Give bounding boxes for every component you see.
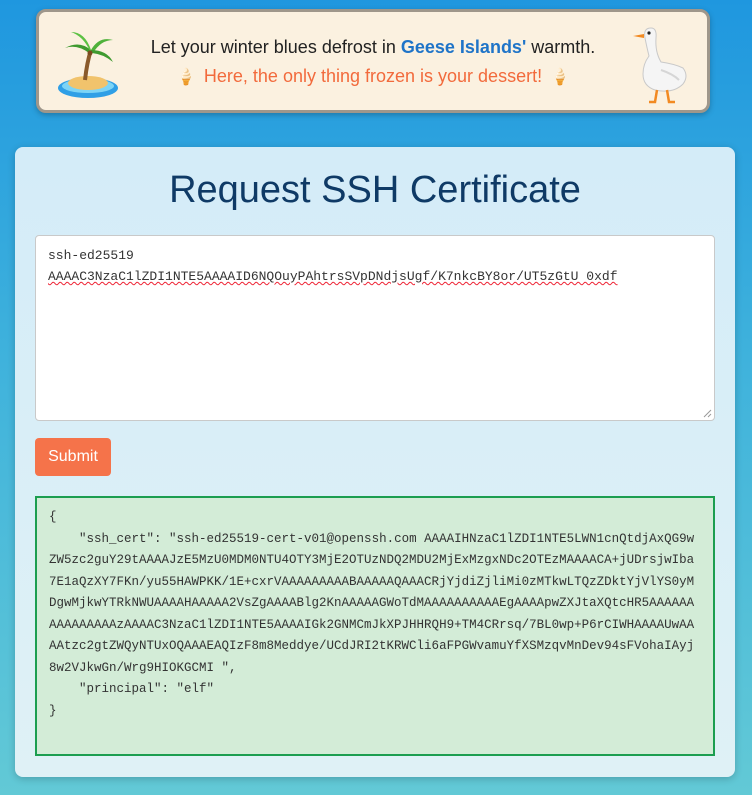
goose-icon bbox=[633, 27, 687, 104]
certificate-output: { "ssh_cert": "ssh-ed25519-cert-v01@open… bbox=[35, 496, 715, 756]
banner-tagline: Here, the only thing frozen is your dess… bbox=[203, 66, 543, 86]
ice-cream-icon: 🍦 bbox=[550, 69, 570, 86]
banner-line-2: 🍦 Here, the only thing frozen is your des… bbox=[39, 66, 707, 87]
key-body: AAAAC3NzaC1lZDI1NTE5AAAAID6NQOuyPAhtrsSV… bbox=[48, 269, 618, 284]
resize-handle-icon[interactable] bbox=[702, 408, 712, 418]
public-key-textarea[interactable]: ssh-ed25519 AAAAC3NzaC1lZDI1NTE5AAAAID6N… bbox=[35, 235, 715, 421]
page-title: Request SSH Certificate bbox=[169, 169, 581, 211]
submit-button[interactable]: Submit bbox=[35, 438, 111, 476]
banner-line-1: Let your winter blues defrost in Geese I… bbox=[39, 37, 707, 58]
certificate-card: Request SSH Certificate ssh-ed25519 AAAA… bbox=[15, 147, 735, 777]
promo-banner: Let your winter blues defrost in Geese I… bbox=[36, 9, 710, 113]
key-type: ssh-ed25519 bbox=[48, 248, 134, 263]
banner-text-suffix: warmth. bbox=[526, 37, 596, 57]
banner-text: Let your winter blues defrost in bbox=[150, 37, 401, 57]
banner-highlight: Geese Islands' bbox=[400, 37, 527, 57]
ice-cream-icon: 🍦 bbox=[175, 69, 196, 86]
